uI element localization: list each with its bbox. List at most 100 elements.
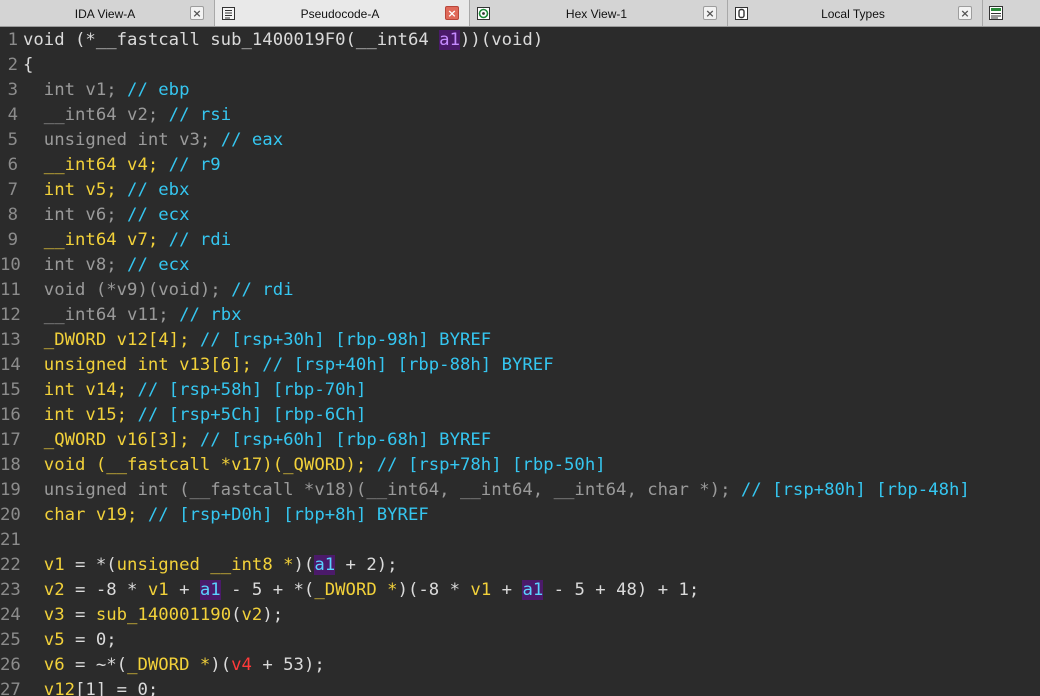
close-icon[interactable]: × (703, 6, 717, 20)
code-text: int v8; // ecx (23, 253, 190, 278)
line-number: 22 (0, 555, 21, 575)
code-token: = *( (64, 555, 117, 575)
code-text: { (23, 53, 33, 78)
line-number: 2 (7, 55, 18, 75)
line-number: 6 (7, 155, 18, 175)
code-token: int v1; (23, 80, 128, 100)
code-token: void (*__fastcall sub_1400019F0(__int64 (23, 30, 440, 50)
line-number: 7 (7, 180, 18, 200)
code-token: v1 (470, 580, 492, 600)
close-icon[interactable]: × (445, 6, 459, 20)
tab-label: Pseudocode-A (300, 7, 380, 21)
code-comment: // [rsp+58h] [rbp-70h] (137, 380, 367, 400)
code-token: )(-8 * (397, 580, 471, 600)
document-icon (221, 6, 235, 20)
code-token: unsigned int v3; (23, 130, 221, 150)
code-token: + 53); (251, 655, 325, 675)
code-token: _DWORD * (314, 580, 398, 600)
code-comment: // [rsp+30h] [rbp-98h] BYREF (199, 330, 492, 350)
hex-icon (476, 6, 490, 20)
code-token: _QWORD v16[3]; (23, 430, 200, 450)
tab-label: IDA View-A (74, 7, 136, 21)
tab-pseudocode-a[interactable]: Pseudocode-A × (215, 0, 470, 26)
code-comment: // rbx (179, 305, 242, 325)
line-number: 14 (0, 355, 21, 375)
code-text: void (*v9)(void); // rdi (23, 278, 294, 303)
code-token: sub_140001190 (95, 605, 232, 625)
code-token: int v5; (23, 180, 128, 200)
code-token: __int64 v2; (23, 105, 169, 125)
code-token: int v8; (23, 255, 128, 275)
code-text: void (__fastcall *v17)(_QWORD); // [rsp+… (23, 453, 606, 478)
code-comment: // [rsp+5Ch] [rbp-6Ch] (137, 405, 367, 425)
code-token: ); (262, 605, 284, 625)
highlighted-identifier: a1 (439, 30, 460, 50)
code-text: __int64 v11; // rbx (23, 303, 242, 328)
code-comment: // rdi (231, 280, 294, 300)
pseudocode-editor[interactable]: 1 void (*__fastcall sub_1400019F0(__int64… (0, 27, 1040, 696)
tab-ida-view-a[interactable]: IDA View-A × (0, 0, 215, 26)
tab-label: Hex View-1 (565, 7, 628, 21)
code-token: [1] = 0; (75, 680, 159, 696)
code-text: __int64 v2; // rsi (23, 103, 231, 128)
code-text: unsigned int v3; // eax (23, 128, 283, 153)
line-number: 11 (0, 280, 21, 300)
code-comment: // rdi (168, 230, 232, 250)
code-text: v5 = 0; (23, 628, 117, 653)
line-number: 8 (7, 205, 18, 225)
code-text: int v15; // [rsp+5Ch] [rbp-6Ch] (23, 403, 367, 428)
code-token: - 5 + 48) + 1; (543, 580, 700, 600)
line-number: 12 (0, 305, 21, 325)
tab-structures[interactable] (983, 0, 1040, 26)
code-text: __int64 v4; // r9 (23, 153, 221, 178)
tab-label: Local Types (821, 7, 885, 21)
highlighted-identifier: a1 (314, 555, 336, 575)
code-text: char v19; // [rsp+D0h] [rbp+8h] BYREF (23, 503, 429, 528)
code-token: )( (293, 555, 315, 575)
code-token: = -8 * (64, 580, 148, 600)
code-token: int v6; (23, 205, 128, 225)
highlighted-identifier: a1 (199, 580, 221, 600)
line-number: 20 (0, 505, 21, 525)
close-icon[interactable]: × (958, 6, 972, 20)
highlighted-identifier: a1 (522, 580, 544, 600)
line-number: 16 (0, 405, 21, 425)
code-token: unsigned int v13[6]; (23, 355, 263, 375)
code-token: void (__fastcall *v17)(_QWORD); (23, 455, 377, 475)
code-text: v2 = -8 * v1 + a1 - 5 + *(_DWORD *)(-8 *… (23, 578, 699, 603)
line-number: 4 (7, 105, 18, 125)
structures-icon (989, 6, 1003, 20)
code-token: int v14; (23, 380, 138, 400)
line-number: 21 (0, 530, 21, 550)
code-token: v2 (241, 605, 263, 625)
code-token: + (491, 580, 523, 600)
tab-local-types[interactable]: Local Types × (728, 0, 983, 26)
code-text: int v6; // ecx (23, 203, 190, 228)
code-comment: // ecx (127, 255, 190, 275)
code-comment: // r9 (168, 155, 221, 175)
line-number: 3 (7, 80, 18, 100)
code-comment: // ebp (127, 80, 190, 100)
code-token: v2 (23, 580, 65, 600)
code-comment: // eax (220, 130, 284, 150)
line-number: 5 (7, 130, 18, 150)
close-icon[interactable]: × (190, 6, 204, 20)
code-token: v5 (23, 630, 65, 650)
tab-hex-view-1[interactable]: Hex View-1 × (470, 0, 728, 26)
line-number: 24 (0, 605, 21, 625)
code-token: v1 (147, 580, 169, 600)
code-text: __int64 v7; // rdi (23, 228, 231, 253)
code-token: __int64 v11; (23, 305, 180, 325)
code-token: unsigned __int8 * (116, 555, 294, 575)
code-text: _DWORD v12[4]; // [rsp+30h] [rbp-98h] BY… (23, 328, 491, 353)
code-comment: // ebx (127, 180, 190, 200)
code-token: { (23, 55, 34, 75)
code-token: v1 (23, 555, 65, 575)
code-text: _QWORD v16[3]; // [rsp+60h] [rbp-68h] BY… (23, 428, 491, 453)
code-token: = (64, 605, 96, 625)
code-token: v6 (23, 655, 65, 675)
code-text: v12[1] = 0; (23, 678, 158, 696)
code-text: int v5; // ebx (23, 178, 190, 203)
line-number: 27 (0, 680, 21, 696)
code-token: = ~*( (64, 655, 128, 675)
